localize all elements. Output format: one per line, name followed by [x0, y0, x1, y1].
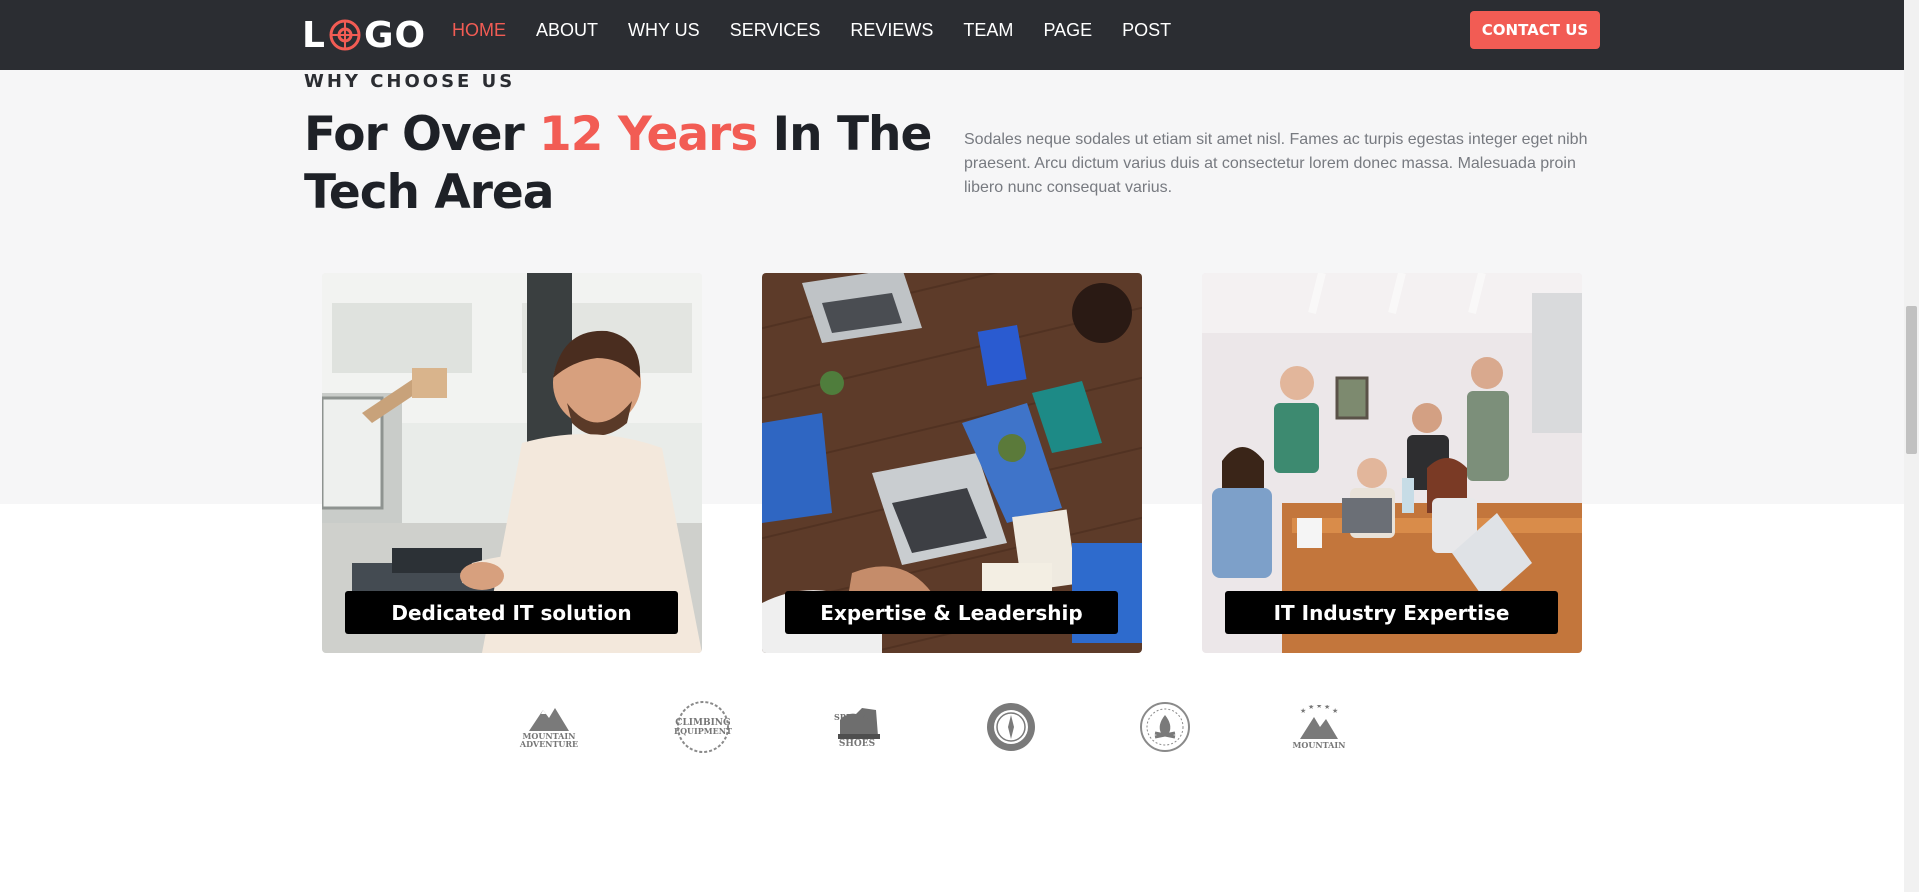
svg-text:★: ★: [1324, 705, 1330, 711]
svg-text:★: ★: [1300, 707, 1306, 715]
nav-page[interactable]: PAGE: [1043, 20, 1092, 41]
mountain-stars-logo: ★ ★ ★ ★ ★ MOUNTAIN: [1292, 700, 1346, 754]
nav-reviews[interactable]: REVIEWS: [850, 20, 933, 41]
card-dedicated-it[interactable]: Dedicated IT solution: [322, 273, 702, 653]
contact-us-button[interactable]: CONTACT US: [1470, 11, 1600, 49]
nav-about[interactable]: ABOUT: [536, 20, 598, 41]
logo-globe-icon: [328, 18, 362, 52]
nav-services[interactable]: SERVICES: [730, 20, 821, 41]
special-shoes-logo: SPECIAL SHOES: [830, 700, 884, 754]
headline-accent: 12 Years: [539, 107, 758, 162]
partner-text: MOUNTAIN: [1292, 740, 1346, 750]
campfire-badge-logo: [1138, 700, 1192, 754]
svg-text:★: ★: [1316, 705, 1322, 710]
logo-letters-go: GO: [363, 14, 427, 56]
card-label: Expertise & Leadership: [785, 591, 1118, 634]
climbing-equipment-logo: CLIMBING EQUIPMENT: [673, 700, 733, 754]
nav-team[interactable]: TEAM: [963, 20, 1013, 41]
partner-logos: MOUNTAIN ADVENTURE CLIMBING EQUIPMENT SP…: [0, 700, 1904, 754]
nav-home[interactable]: HOME: [452, 20, 506, 41]
partner-text: EQUIPMENT: [673, 726, 733, 736]
page-scrollbar-thumb[interactable]: [1906, 306, 1917, 454]
mountain-adventure-logo: MOUNTAIN ADVENTURE: [519, 700, 579, 754]
card-it-industry[interactable]: IT Industry Expertise: [1202, 273, 1582, 653]
nav-why-us[interactable]: WHY US: [628, 20, 700, 41]
section-eyebrow: WHY CHOOSE US: [304, 71, 516, 92]
site-logo[interactable]: L GO: [302, 10, 426, 60]
svg-text:★: ★: [1308, 705, 1314, 711]
main-nav: HOME ABOUT WHY US SERVICES REVIEWS TEAM …: [452, 0, 1201, 60]
logo-letter-l: L: [302, 14, 326, 56]
svg-text:★: ★: [1332, 707, 1338, 715]
partner-text: SPECIAL: [834, 712, 874, 722]
section-description: Sodales neque sodales ut etiam sit amet …: [964, 131, 1588, 196]
top-navbar: L GO HOME ABOUT WHY US SERVICES REVIEWS …: [0, 0, 1904, 70]
card-expertise-leadership[interactable]: Expertise & Leadership: [762, 273, 1142, 653]
card-label: IT Industry Expertise: [1225, 591, 1558, 634]
nav-post[interactable]: POST: [1122, 20, 1171, 41]
compass-badge-logo: [984, 700, 1038, 754]
partner-text: SHOES: [838, 739, 876, 749]
card-label: Dedicated IT solution: [345, 591, 678, 634]
section-headline: For Over 12 Years In The Tech Area: [304, 106, 944, 222]
headline-part-1: For Over: [304, 107, 540, 162]
partner-text: ADVENTURE: [519, 739, 579, 749]
